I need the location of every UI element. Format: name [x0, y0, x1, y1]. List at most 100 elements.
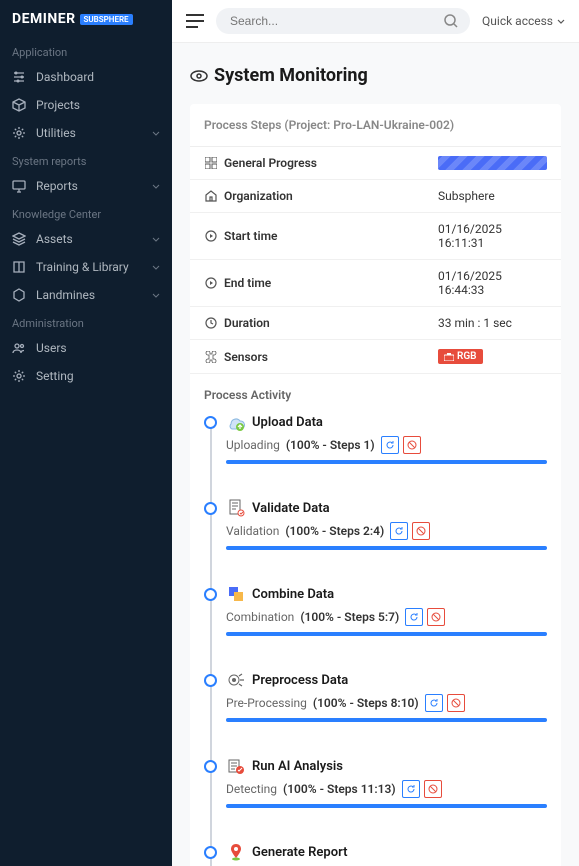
general-progress-bar	[438, 156, 547, 170]
chevron-down-icon	[152, 131, 160, 136]
step-title: Run AI Analysis	[252, 759, 343, 774]
nav-section-title: Knowledge Center	[0, 200, 172, 225]
play-icon	[204, 229, 218, 243]
sidebar-item-projects[interactable]: Projects	[0, 91, 172, 119]
step-detail: (100% - Steps 1)	[286, 438, 375, 452]
nav-section-title: System reports	[0, 147, 172, 172]
step-title: Upload Data	[252, 415, 323, 430]
process-card: Process Steps (Project: Pro-LAN-Ukraine-…	[190, 104, 561, 866]
play-icon	[204, 276, 218, 290]
refresh-button[interactable]	[402, 780, 420, 798]
sidebar-item-setting[interactable]: Setting	[0, 362, 172, 390]
process-header: Process Steps (Project: Pro-LAN-Ukraine-…	[190, 118, 561, 147]
info-row: Start time 01/16/2025 16:11:31	[190, 213, 561, 260]
step-marker	[204, 588, 217, 601]
general-progress-label: General Progress	[224, 156, 317, 170]
cancel-button[interactable]	[403, 436, 421, 454]
info-label: Start time	[224, 229, 277, 243]
command-icon	[204, 350, 218, 364]
step-action: Detecting	[226, 782, 277, 796]
step-action: Pre-Processing	[226, 696, 307, 710]
nav-item-label: Assets	[36, 232, 73, 246]
step-marker	[204, 846, 217, 859]
sidebar-item-reports[interactable]: Reports	[0, 172, 172, 200]
info-value: 01/16/2025 16:44:33	[438, 269, 547, 297]
menu-toggle-button[interactable]	[186, 14, 204, 28]
cancel-button[interactable]	[427, 608, 445, 626]
sidebar-item-assets[interactable]: Assets	[0, 225, 172, 253]
info-label: Duration	[224, 316, 270, 330]
step-title: Preprocess Data	[252, 673, 348, 688]
cancel-button[interactable]	[412, 522, 430, 540]
chevron-down-icon	[152, 184, 160, 189]
clock-icon	[204, 316, 218, 330]
grid-icon	[204, 156, 218, 170]
content: System Monitoring Process Steps (Project…	[172, 43, 579, 866]
general-progress-row: General Progress	[190, 147, 561, 180]
sliders-icon	[12, 70, 26, 84]
nav-item-label: Users	[36, 341, 67, 355]
info-value: 01/16/2025 16:11:31	[438, 222, 547, 250]
brand-tag: SUBSPHERE	[80, 14, 133, 25]
sidebar-item-landmines[interactable]: Landmines	[0, 281, 172, 309]
cancel-button[interactable]	[447, 694, 465, 712]
book-icon	[12, 260, 26, 274]
activity-title: Process Activity	[204, 388, 547, 402]
refresh-button[interactable]	[405, 608, 423, 626]
step-icon	[226, 412, 246, 432]
monitor-icon	[12, 179, 26, 193]
page-title: System Monitoring	[214, 65, 368, 86]
sidebar-item-users[interactable]: Users	[0, 334, 172, 362]
brand: DEMINER SUBSPHERE	[0, 0, 172, 38]
sensor-badge-rgb: RGB	[438, 349, 483, 364]
timeline-step: Run AI Analysis Detecting (100% - Steps 1…	[226, 756, 547, 808]
nav-section-title: Administration	[0, 309, 172, 334]
timeline-step: Combine DataCombination (100% - Steps 5:…	[226, 584, 547, 636]
chevron-down-icon	[152, 265, 160, 270]
timeline-step: Generate ReportCreating (100% - Steps 14…	[226, 842, 547, 866]
info-row: End time01/16/2025 16:44:33	[190, 260, 561, 307]
step-action: Uploading	[226, 438, 280, 452]
sidebar-item-training-library[interactable]: Training & Library	[0, 253, 172, 281]
refresh-button[interactable]	[390, 522, 408, 540]
sidebar-item-utilities[interactable]: Utilities	[0, 119, 172, 147]
step-title: Generate Report	[252, 845, 347, 860]
step-detail: (100% - Steps 11:13)	[283, 782, 396, 796]
page-title-row: System Monitoring	[190, 65, 561, 86]
nav-item-label: Setting	[36, 369, 74, 383]
main: Quick access System Monitoring Process S…	[172, 0, 579, 866]
step-action: Combination	[226, 610, 294, 624]
step-progress-bar	[226, 632, 547, 636]
step-icon	[226, 498, 246, 518]
step-detail: (100% - Steps 5:7)	[300, 610, 399, 624]
timeline-step: Validate DataValidation (100% - Steps 2:…	[226, 498, 547, 550]
nav-item-label: Training & Library	[36, 260, 129, 274]
topbar: Quick access	[172, 0, 579, 43]
nav-item-label: Reports	[36, 179, 78, 193]
step-progress-bar	[226, 546, 547, 550]
timeline-step: Preprocess DataPre-Processing (100% - St…	[226, 670, 547, 722]
step-action: Validation	[226, 524, 279, 538]
nav-item-label: Utilities	[36, 126, 76, 140]
step-marker	[204, 674, 217, 687]
cancel-button[interactable]	[424, 780, 442, 798]
chevron-down-icon	[152, 293, 160, 298]
brand-name: DEMINER	[12, 11, 76, 27]
info-row: Duration33 min : 1 sec	[190, 307, 561, 340]
sidebar-item-dashboard[interactable]: Dashboard	[0, 63, 172, 91]
refresh-button[interactable]	[381, 436, 399, 454]
search-input[interactable]	[216, 8, 470, 34]
refresh-button[interactable]	[425, 694, 443, 712]
step-progress-bar	[226, 718, 547, 722]
nav-item-label: Projects	[36, 98, 80, 112]
info-label: Organization	[224, 189, 293, 203]
sidebar: DEMINER SUBSPHERE ApplicationDashboardPr…	[0, 0, 172, 866]
step-title: Validate Data	[252, 501, 330, 516]
quick-access-dropdown[interactable]: Quick access	[482, 14, 565, 28]
nav-item-label: Landmines	[36, 288, 95, 302]
step-marker	[204, 760, 217, 773]
timeline-step: Upload Data Uploading (100% - Steps 1)	[226, 412, 547, 464]
info-row: OrganizationSubsphere	[190, 180, 561, 213]
layers-icon	[12, 232, 26, 246]
hexagon-icon	[12, 288, 26, 302]
